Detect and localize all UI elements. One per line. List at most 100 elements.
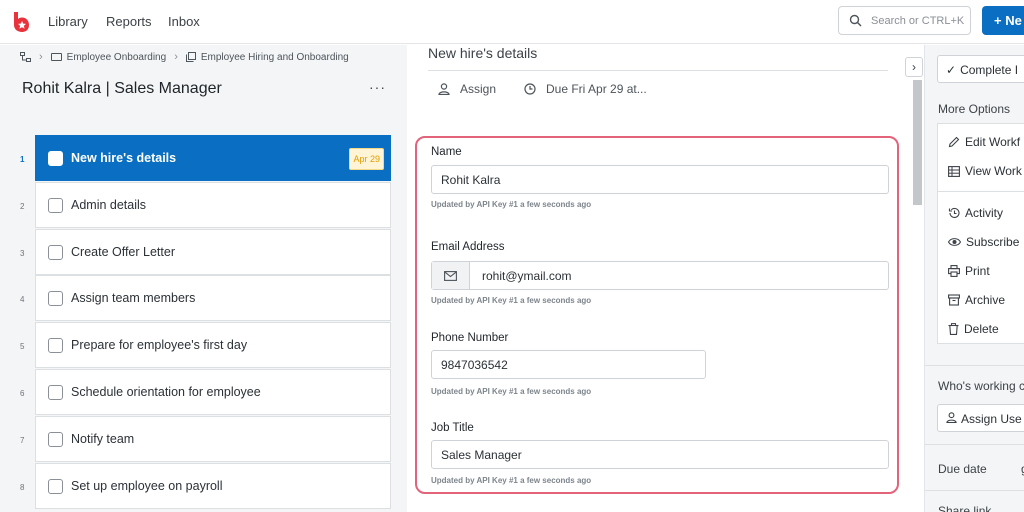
edit-workflow-option[interactable]: Edit Workf [948, 135, 1020, 149]
divider [925, 365, 1024, 366]
edit-workflow-label: Edit Workf [965, 135, 1021, 149]
more-options-icon[interactable]: ··· [369, 79, 386, 95]
divider [428, 70, 888, 71]
due-date-badge: Apr 29 [349, 148, 384, 170]
scrollbar-thumb[interactable] [913, 80, 922, 205]
task-item-schedule-orientation[interactable]: Schedule orientation for employee [35, 369, 391, 415]
task-label: Admin details [71, 198, 147, 212]
view-workflow-label: View Work [965, 164, 1022, 178]
whos-working-heading: Who's working c [938, 379, 1024, 393]
due-date-label: Due Fri Apr 29 at... [546, 82, 647, 96]
page-title: Rohit Kalra | Sales Manager [22, 80, 222, 97]
task-title: New hire's details [428, 45, 538, 61]
print-option[interactable]: Print [948, 264, 990, 278]
task-label: Create Offer Letter [71, 245, 175, 259]
phone-field[interactable]: 9847036542 [431, 350, 706, 379]
share-link-heading: Share link [938, 504, 992, 512]
divider [938, 191, 1024, 192]
task-checkbox[interactable] [48, 338, 63, 353]
archive-label: Archive [965, 293, 1006, 307]
task-checkbox[interactable] [48, 245, 63, 260]
task-label: Prepare for employee's first day [71, 338, 248, 352]
task-label: Set up employee on payroll [71, 479, 223, 493]
top-navbar: Library Reports Inbox Search or CTRL+K +… [0, 0, 1024, 44]
task-label: New hire's details [71, 151, 177, 165]
assign-button[interactable]: Assign [438, 82, 496, 96]
collapse-sidebar-chevron-icon[interactable]: › [905, 57, 923, 77]
task-checkbox[interactable] [48, 291, 63, 306]
activity-option[interactable]: Activity [948, 206, 1003, 220]
divider [925, 490, 1024, 491]
user-icon [438, 83, 450, 95]
subscribe-option[interactable]: Subscribe [948, 235, 1019, 249]
due-date-heading: Due date [938, 462, 987, 476]
breadcrumb-folder[interactable]: Employee Onboarding [67, 52, 167, 63]
archive-option[interactable]: Archive [948, 293, 1005, 307]
search-placeholder: Search or CTRL+K [871, 15, 965, 27]
name-field[interactable]: Rohit Kalra [431, 165, 889, 194]
email-field[interactable]: rohit@ymail.com [431, 261, 889, 290]
task-number: 1 [20, 155, 25, 164]
task-item-notify-team[interactable]: Notify team [35, 416, 391, 462]
history-icon [948, 207, 960, 219]
printer-icon [948, 265, 960, 277]
task-checkbox[interactable] [48, 151, 63, 166]
task-checkbox[interactable] [48, 479, 63, 494]
task-number: 4 [20, 295, 25, 304]
view-workflow-option[interactable]: View Work [948, 164, 1022, 178]
eye-icon [948, 238, 961, 246]
search-icon [849, 14, 862, 27]
folder-icon [50, 53, 62, 61]
email-field-label: Email Address [431, 241, 505, 253]
check-icon: ✓ [946, 63, 957, 77]
task-number: 8 [20, 483, 25, 492]
task-item-new-hires-details[interactable]: New hire's details Apr 29 [35, 135, 391, 181]
task-item-prepare-first-day[interactable]: Prepare for employee's first day [35, 322, 391, 368]
search-input[interactable]: Search or CTRL+K [838, 6, 971, 35]
task-checkbox[interactable] [48, 385, 63, 400]
home-sitemap-icon[interactable] [20, 52, 31, 62]
email-prefix [432, 262, 470, 289]
app-logo-icon[interactable] [11, 10, 31, 34]
email-value: rohit@ymail.com [482, 269, 572, 283]
envelope-icon [444, 271, 457, 281]
job-title-field[interactable]: Sales Manager [431, 440, 889, 469]
nav-reports-link[interactable]: Reports [106, 14, 152, 29]
breadcrumb-separator-icon: › [39, 51, 43, 63]
phone-field-update-note: Updated by API Key #1 a few seconds ago [431, 387, 592, 396]
breadcrumb: › Employee Onboarding › Employee Hiring … [20, 51, 349, 63]
due-date-button[interactable]: Due Fri Apr 29 at... [524, 82, 647, 96]
new-button[interactable]: + Ne [982, 6, 1024, 35]
assign-users-button[interactable]: Assign Use [937, 404, 1024, 432]
task-item-assign-team-members[interactable]: Assign team members [35, 275, 391, 321]
phone-field-label: Phone Number [431, 332, 509, 344]
task-checkbox[interactable] [48, 432, 63, 447]
clock-icon [524, 83, 536, 95]
task-number: 2 [20, 202, 25, 211]
subscribe-label: Subscribe [966, 235, 1020, 249]
task-item-payroll[interactable]: Set up employee on payroll [35, 463, 391, 509]
trash-icon [948, 323, 959, 335]
job-title-field-update-note: Updated by API Key #1 a few seconds ago [431, 476, 592, 485]
breadcrumb-template[interactable]: Employee Hiring and Onboarding [201, 52, 349, 63]
task-item-create-offer-letter[interactable]: Create Offer Letter [35, 229, 391, 275]
complete-run-label: Complete I [960, 63, 1019, 77]
form-fields-group: Name Rohit Kalra Updated by API Key #1 a… [415, 136, 899, 494]
activity-label: Activity [965, 206, 1004, 220]
task-checkbox[interactable] [48, 198, 63, 213]
complete-run-button[interactable]: ✓ Complete I [937, 55, 1024, 83]
pencil-icon [948, 136, 960, 148]
task-number: 3 [20, 249, 25, 258]
task-detail-panel: New hire's details Assign Due Fri Apr 29… [407, 45, 910, 512]
assign-label: Assign [460, 82, 497, 96]
task-number: 5 [20, 342, 25, 351]
nav-inbox-link[interactable]: Inbox [168, 14, 200, 29]
delete-option[interactable]: Delete [948, 322, 999, 336]
print-label: Print [965, 264, 990, 278]
delete-label: Delete [964, 322, 999, 336]
nav-library-link[interactable]: Library [48, 14, 88, 29]
task-item-admin-details[interactable]: Admin details [35, 182, 391, 228]
name-field-update-note: Updated by API Key #1 a few seconds ago [431, 200, 592, 209]
checklist-panel: › Employee Onboarding › Employee Hiring … [0, 45, 407, 512]
breadcrumb-separator-icon: › [174, 51, 178, 63]
